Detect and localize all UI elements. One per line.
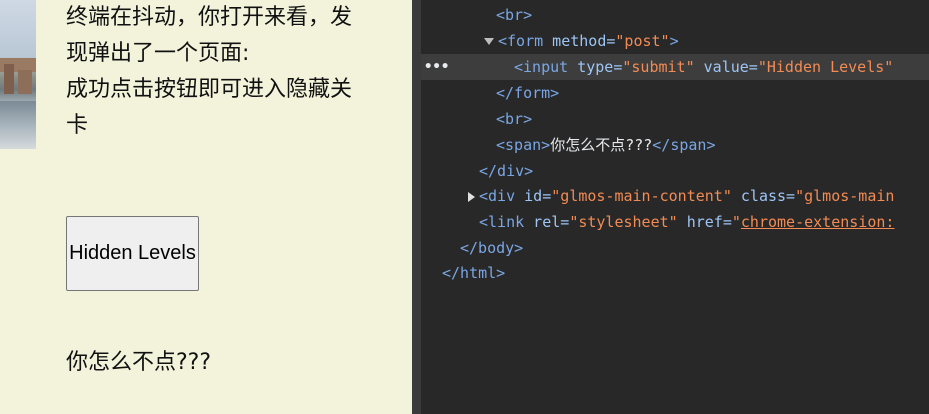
value-id: "glmos-main-content" [551, 187, 732, 205]
collapse-triangle-icon[interactable] [484, 38, 494, 45]
dom-node-link[interactable]: <link rel="stylesheet" href="chrome-exte… [421, 209, 929, 235]
prompt-text: 你怎么不点??? [66, 350, 212, 375]
value-quote: " [731, 213, 741, 231]
attr-rel: rel= [524, 213, 570, 231]
tag-br: <br> [496, 6, 533, 24]
value-submit: "submit" [622, 58, 695, 76]
attr-id: id= [515, 187, 552, 205]
value-hidden-levels: "Hidden Levels" [757, 58, 894, 76]
value-class: "glmos-main [795, 187, 895, 205]
story-paragraph: 终端在抖动，你打开来看，发 现弹出了一个页面: 成功点击按钮即可进入隐藏关 卡 [66, 0, 396, 144]
tag-html-close: </html> [442, 264, 506, 282]
page-viewport: 终端在抖动，你打开来看，发 现弹出了一个页面: 成功点击按钮即可进入隐藏关 卡 … [0, 0, 412, 414]
dom-node-html-close[interactable]: </html> [421, 260, 929, 286]
dom-node-form[interactable]: <form method="post"> [421, 28, 929, 54]
tag-input: <input [514, 58, 569, 76]
dom-node-body-close[interactable]: </body> [421, 235, 929, 261]
dom-node-form-close[interactable]: </form> [421, 80, 929, 106]
tag-body-close: </body> [460, 239, 524, 257]
attr-value: value= [694, 58, 758, 76]
screen: 终端在抖动，你打开来看，发 现弹出了一个页面: 成功点击按钮即可进入隐藏关 卡 … [0, 0, 929, 414]
tag-span-close: </span> [652, 136, 716, 154]
tag-form-close: </form> [496, 84, 560, 102]
value-stylesheet: "stylesheet" [569, 213, 678, 231]
tag-span: <span> [496, 136, 551, 154]
dom-node-span[interactable]: <span>你怎么不点???</span> [421, 132, 929, 158]
hidden-levels-button[interactable]: Hidden Levels [66, 216, 199, 291]
dom-node-input-selected[interactable]: ••• <input type="submit" value="Hidden L… [421, 54, 929, 80]
devtools-elements-panel: <br> <form method="post"> ••• <input typ… [421, 0, 929, 414]
story-line: 现弹出了一个页面: [66, 41, 250, 66]
story-line: 成功点击按钮即可进入隐藏关 [66, 77, 353, 102]
campus-photo [0, 0, 36, 149]
value-post: "post" [615, 32, 670, 50]
story-line: 终端在抖动，你打开来看，发 [66, 5, 353, 30]
href-link[interactable]: chrome-extension: [741, 213, 895, 231]
attr-method: method= [543, 32, 616, 50]
attr-href: href= [677, 213, 732, 231]
attr-type: type= [568, 58, 623, 76]
tag-div-close: </div> [479, 162, 534, 180]
story-line: 卡 [66, 113, 89, 138]
tag-close-bracket: > [669, 32, 679, 50]
tag-form: <form [498, 32, 544, 50]
span-text: 你怎么不点??? [550, 136, 653, 154]
tag-br: <br> [496, 110, 533, 128]
dom-node-br[interactable]: <br> [421, 2, 929, 28]
attr-class: class= [731, 187, 796, 205]
dom-node-div-main-content[interactable]: <div id="glmos-main-content" class="glmo… [421, 183, 929, 209]
more-options-icon[interactable]: ••• [424, 54, 449, 80]
pane-divider[interactable] [412, 0, 421, 414]
tag-link: <link [479, 213, 525, 231]
tag-div: <div [479, 187, 516, 205]
expand-triangle-icon[interactable] [468, 192, 475, 202]
dom-node-br[interactable]: <br> [421, 106, 929, 132]
dom-node-div-close[interactable]: </div> [421, 158, 929, 184]
